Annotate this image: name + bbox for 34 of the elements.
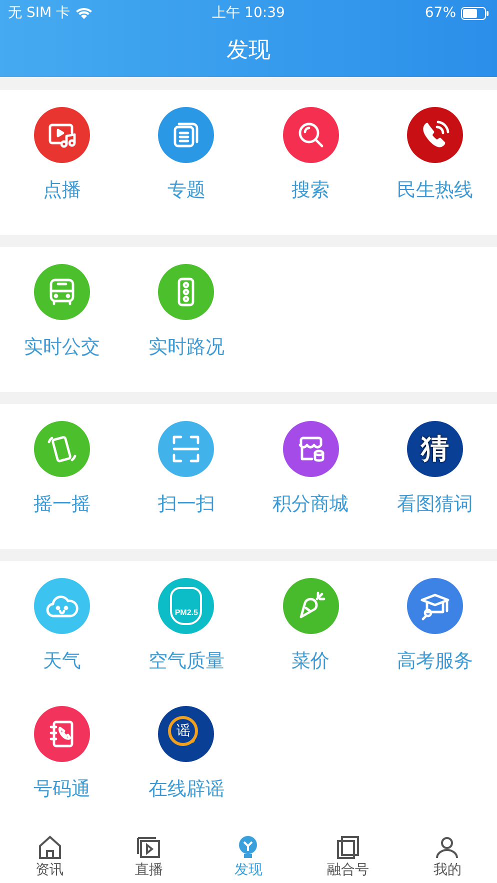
badge-text: PM2.5 (174, 608, 198, 617)
feature-tile[interactable]: 扫一扫 (158, 421, 215, 517)
feature-tile[interactable]: 民生热线 (396, 107, 473, 203)
tab[interactable]: 融合号 (298, 829, 398, 883)
feature-tile[interactable]: 点播 (34, 107, 90, 203)
feature-tile[interactable]: 高考服务 (396, 578, 473, 674)
battery-icon (461, 6, 490, 20)
battery-text: 67% (424, 5, 456, 21)
glyph-label: 谣 (176, 722, 190, 740)
feature-tile[interactable]: 猜 看图猜词 (396, 421, 473, 517)
layers-icon (334, 834, 361, 858)
tab[interactable]: 直播 (99, 829, 199, 883)
feature-tile[interactable]: 专题 (158, 107, 214, 203)
tab[interactable]: 发现 (198, 829, 298, 883)
feature-tile[interactable]: 实时公交 (24, 264, 100, 360)
play-icon (136, 834, 162, 858)
tab[interactable]: 资讯 (0, 829, 100, 883)
feature-tile[interactable]: PM2.5 空气质量 (148, 578, 224, 674)
feature-tile[interactable]: 菜价 (282, 578, 339, 674)
wifi-icon (75, 6, 93, 20)
feature-tile[interactable]: 谣 在线辟谣 (148, 706, 224, 802)
feature-tile[interactable]: 搜索 (282, 107, 339, 203)
feature-tile[interactable]: 摇一摇 (34, 421, 91, 517)
page-title: 发现 (226, 36, 270, 64)
feature-tile[interactable]: 号码通 (34, 706, 91, 802)
feature-tile[interactable]: 积分商城 (272, 421, 349, 517)
person-icon (434, 834, 460, 858)
feature-tile[interactable]: 天气 (34, 578, 90, 674)
feature-tile[interactable]: 实时路况 (148, 264, 224, 360)
tab[interactable]: 我的 (398, 829, 497, 883)
carrier-text: 无 SIM 卡 (8, 4, 70, 22)
home-icon (36, 834, 63, 858)
clock-text: 上午 10:39 (212, 4, 285, 22)
glyph-label: 猜 (420, 432, 449, 466)
